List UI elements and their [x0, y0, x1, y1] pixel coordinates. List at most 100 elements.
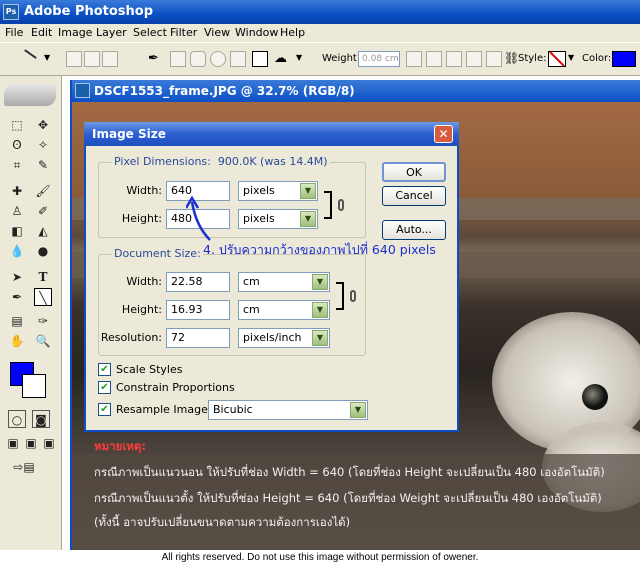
menu-edit[interactable]: Edit [31, 26, 52, 39]
link-icon[interactable]: ⛓ [504, 51, 519, 65]
doc-width-unit-select[interactable]: cm ▼ [238, 272, 330, 292]
polygon-tool-button[interactable] [230, 51, 246, 67]
menu-filter[interactable]: Filter [170, 26, 197, 39]
screen-mode-standard-icon[interactable]: ▣ [4, 434, 22, 452]
type-tool-icon[interactable]: T [34, 268, 52, 286]
link-bracket [336, 282, 344, 310]
color-label: Color: [582, 53, 612, 64]
auto-button[interactable]: Auto... [382, 220, 446, 240]
constrain-proportions-checkbox[interactable]: ✔ [98, 381, 111, 394]
pixel-height-unit-select[interactable]: pixels ▼ [238, 209, 318, 229]
intersect-shape-button[interactable] [466, 51, 482, 67]
clone-stamp-icon[interactable]: ♙ [8, 202, 26, 220]
resample-method-select[interactable]: Bicubic ▼ [208, 400, 368, 420]
weight-label: Weight: [322, 53, 361, 64]
chevron-down-icon: ▼ [300, 183, 316, 199]
move-tool-icon[interactable]: ✥ [34, 116, 52, 134]
healing-brush-icon[interactable]: ✚ [8, 182, 26, 200]
menu-file[interactable]: File [5, 26, 23, 39]
pixel-width-unit-select[interactable]: pixels ▼ [238, 181, 318, 201]
close-button[interactable]: ✕ [434, 125, 453, 143]
link-bracket [324, 191, 332, 219]
photo-eye [582, 384, 608, 410]
line-shape-button[interactable] [252, 51, 268, 67]
menu-image[interactable]: Image [58, 26, 92, 39]
note-heading: หมายเหตุ: [94, 439, 146, 453]
slice-tool-icon[interactable]: ✎ [34, 156, 52, 174]
dialog-title-bar: Image Size ✕ [84, 122, 459, 146]
blur-tool-icon[interactable]: 💧 [8, 242, 26, 260]
create-new-shape-button[interactable] [406, 51, 422, 67]
constrain-proportions-label: Constrain Proportions [116, 381, 235, 394]
scale-styles-checkbox[interactable]: ✔ [98, 363, 111, 376]
line-tool-icon[interactable] [17, 49, 37, 69]
ellipse-tool-button[interactable] [210, 51, 226, 67]
history-brush-icon[interactable]: ✐ [34, 202, 52, 220]
paths-button[interactable] [84, 51, 100, 67]
pixel-width-label: Width: [126, 184, 162, 197]
quick-mask-icon[interactable]: ◙ [32, 410, 50, 428]
weight-input[interactable]: 0.08 cm [358, 51, 400, 67]
doc-height-unit-select[interactable]: cm ▼ [238, 300, 330, 320]
chevron-down-icon: ▼ [312, 302, 328, 318]
cancel-button[interactable]: Cancel [382, 186, 446, 206]
dodge-tool-icon[interactable]: ● [34, 242, 52, 260]
menu-select[interactable]: Select [133, 26, 167, 39]
add-shape-button[interactable] [426, 51, 442, 67]
zoom-tool-icon[interactable]: 🔍 [34, 332, 52, 350]
doc-height-input[interactable]: 16.93 [166, 300, 230, 320]
brush-tool-icon[interactable]: 🖌 [34, 182, 52, 200]
feather-logo-icon [4, 84, 56, 106]
line-tool-icon[interactable]: ╲ [34, 288, 52, 306]
menu-layer[interactable]: Layer [96, 26, 127, 39]
resample-image-checkbox[interactable]: ✔ [98, 403, 111, 416]
resolution-unit-select[interactable]: pixels/inch ▼ [238, 328, 330, 348]
eyedropper-icon[interactable]: ✑ [34, 312, 52, 330]
magic-wand-tool-icon[interactable]: ✧ [34, 136, 52, 154]
color-swatch[interactable] [612, 51, 636, 67]
chevron-down-icon[interactable]: ▼ [44, 53, 50, 62]
notes-tool-icon[interactable]: ▤ [8, 312, 26, 330]
rectangle-tool-button[interactable] [170, 51, 186, 67]
custom-shape-icon[interactable]: ☁ [274, 51, 287, 66]
note-line-2: กรณีภาพเป็นแนวตั้ง ให้ปรับที่ช่อง Height… [94, 491, 602, 505]
jump-to-imageready-icon[interactable]: ⇨▤ [8, 458, 40, 476]
chevron-down-icon: ▼ [312, 274, 328, 290]
crop-tool-icon[interactable]: ⌗ [8, 156, 26, 174]
subtract-shape-button[interactable] [446, 51, 462, 67]
marquee-tool-icon[interactable]: ⬚ [8, 116, 26, 134]
doc-height-unit: cm [243, 303, 260, 316]
lasso-tool-icon[interactable]: ʘ [8, 136, 26, 154]
hand-tool-icon[interactable]: ✋ [8, 332, 26, 350]
eraser-tool-icon[interactable]: ◧ [8, 222, 26, 240]
resolution-input[interactable]: 72 [166, 328, 230, 348]
chevron-down-icon: ▼ [350, 402, 366, 418]
path-selection-icon[interactable]: ➤ [8, 268, 26, 286]
pixel-dimensions-title: Pixel Dimensions: [114, 155, 211, 168]
style-picker[interactable] [548, 51, 566, 67]
screen-mode-menu-icon[interactable]: ▣ [22, 434, 40, 452]
menu-help[interactable]: Help [280, 26, 305, 39]
app-title-bar: Ps Adobe Photoshop [0, 0, 640, 24]
chevron-down-icon[interactable]: ▼ [296, 53, 302, 62]
photoshop-icon [75, 83, 90, 98]
shape-layers-button[interactable] [66, 51, 82, 67]
fill-pixels-button[interactable] [102, 51, 118, 67]
image-size-dialog: Image Size ✕ Pixel Dimensions: 900.0K (w… [84, 122, 459, 432]
menu-view[interactable]: View [204, 26, 230, 39]
no-style-icon [549, 51, 565, 67]
exclude-shape-button[interactable] [486, 51, 502, 67]
menu-window[interactable]: Window [235, 26, 278, 39]
background-color-swatch[interactable] [22, 374, 46, 398]
pen-tool-icon[interactable]: ✒ [8, 288, 26, 306]
rounded-rectangle-tool-button[interactable] [190, 51, 206, 67]
copyright-footer: All rights reserved. Do not use this ima… [0, 550, 640, 566]
standard-mode-icon[interactable]: ○ [8, 410, 26, 428]
paint-bucket-icon[interactable]: ◭ [34, 222, 52, 240]
pen-icon[interactable]: ✒ [148, 51, 159, 66]
chevron-down-icon[interactable]: ▼ [568, 53, 574, 62]
document-title: DSCF1553_frame.JPG @ 32.7% (RGB/8) [94, 84, 355, 98]
ok-button[interactable]: OK [382, 162, 446, 182]
screen-mode-full-icon[interactable]: ▣ [40, 434, 58, 452]
doc-width-input[interactable]: 22.58 [166, 272, 230, 292]
